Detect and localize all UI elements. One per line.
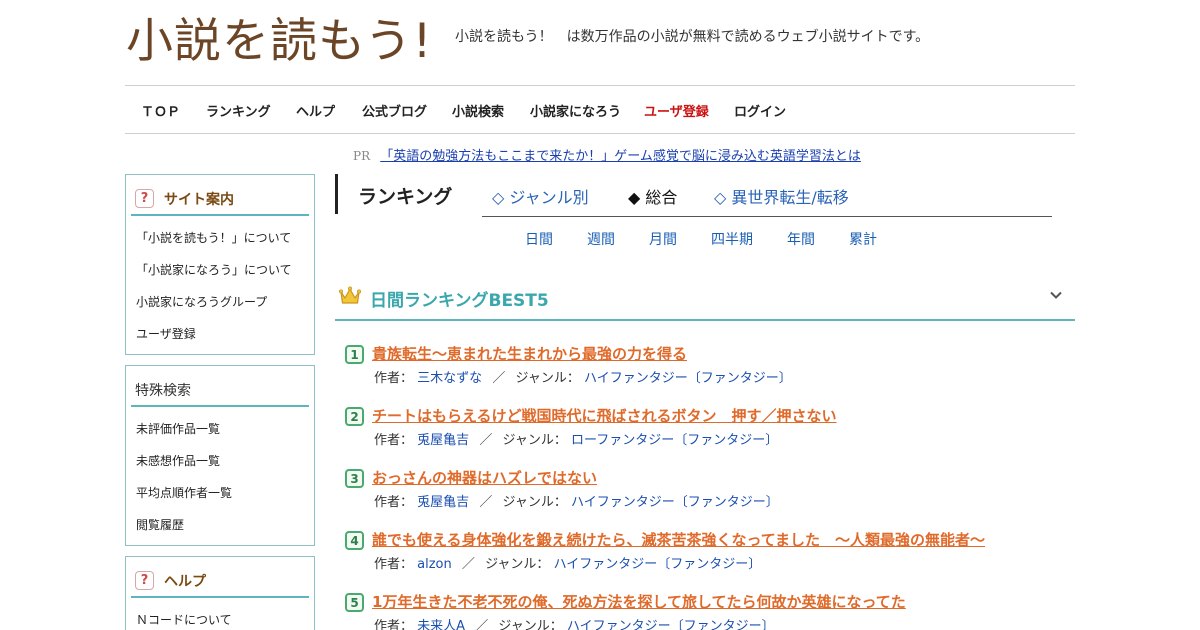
chevron-down-icon[interactable] bbox=[1049, 287, 1063, 306]
best5-header[interactable]: 日間ランキングBEST5 bbox=[335, 276, 1075, 321]
author-label: 作者： bbox=[374, 619, 414, 630]
sidebar-help-header: ? ヘルプ bbox=[131, 565, 309, 598]
author-link[interactable]: 兎屋亀吉 bbox=[417, 433, 469, 448]
sidebar-item-history[interactable]: 閲覧履歴 bbox=[136, 509, 314, 541]
sidebar-item-narou-group[interactable]: 小説家になろうグループ bbox=[136, 286, 314, 318]
ranking-tabs: ◇ ジャンル別 ◆ 総合 ◇ 異世界転生/転移 bbox=[482, 174, 1052, 217]
ranking-title-bar bbox=[335, 174, 338, 214]
nav-top[interactable]: ＴＯＰ bbox=[141, 101, 180, 120]
novel-meta: 作者： 三木なずな ／ ジャンル： ハイファンタジー〔ファンタジー〕 bbox=[374, 367, 792, 386]
global-nav: ＴＯＰ ランキング ヘルプ 公式ブログ 小説検索 小説家になろう ユーザ登録 ロ… bbox=[125, 85, 1075, 134]
nav-user-register[interactable]: ユーザ登録 bbox=[644, 101, 709, 120]
meta-separator: ／ bbox=[479, 433, 493, 448]
best5-title: 日間ランキングBEST5 bbox=[370, 291, 549, 311]
period-daily[interactable]: 日間 bbox=[525, 229, 553, 249]
novel-title-link[interactable]: 貴族転生～恵まれた生まれから最強の力を得る bbox=[372, 343, 687, 364]
sidebar-item-author-avg-score[interactable]: 平均点順作者一覧 bbox=[136, 477, 314, 509]
question-icon: ? bbox=[135, 189, 154, 208]
period-quarterly[interactable]: 四半期 bbox=[711, 229, 753, 249]
tab-overall[interactable]: ◆ 総合 bbox=[628, 184, 677, 208]
rank-badge: 4 bbox=[345, 531, 364, 550]
nav-shosetsuka-ni-narou[interactable]: 小説家になろう bbox=[530, 101, 621, 120]
sidebar-item-about-yomou[interactable]: 「小説を読もう！」について bbox=[136, 222, 314, 254]
author-link[interactable]: 兎屋亀吉 bbox=[417, 495, 469, 510]
sidebar-special-search: 特殊検索 未評価作品一覧 未感想作品一覧 平均点順作者一覧 閲覧履歴 bbox=[125, 365, 315, 546]
nav-login[interactable]: ログイン bbox=[734, 101, 786, 120]
pr-link[interactable]: 「英語の勉強方法もここまで来たか！」ゲーム感覚で脳に浸み込む英語学習法とは bbox=[380, 149, 861, 164]
sidebar-special-search-title: 特殊検索 bbox=[135, 382, 191, 399]
tab-isekai[interactable]: ◇ 異世界転生/転移 bbox=[714, 184, 849, 208]
novel-title-link[interactable]: 1万年生きた不老不死の俺、死ぬ方法を探して旅してたら何故か英雄になってた bbox=[372, 591, 906, 612]
site-logo[interactable]: 小説を読もう! bbox=[126, 12, 432, 72]
period-yearly[interactable]: 年間 bbox=[787, 229, 815, 249]
pr-banner: PR 「英語の勉強方法もここまで来たか！」ゲーム感覚で脳に浸み込む英語学習法とは bbox=[353, 145, 861, 164]
sidebar-item-no-impressions[interactable]: 未感想作品一覧 bbox=[136, 445, 314, 477]
novel-title-link[interactable]: おっさんの神器はハズレではない bbox=[372, 467, 597, 488]
rank-badge: 3 bbox=[345, 469, 364, 488]
sidebar-site-guide-title: サイト案内 bbox=[164, 191, 234, 208]
author-label: 作者： bbox=[374, 495, 414, 510]
sidebar-help: ? ヘルプ Ｎコードについて bbox=[125, 556, 315, 630]
novel-meta: 作者： 未来人A ／ ジャンル： ハイファンタジー〔ファンタジー〕 bbox=[374, 615, 775, 630]
genre-label: ジャンル： bbox=[498, 619, 563, 630]
period-total[interactable]: 累計 bbox=[849, 229, 877, 249]
period-weekly[interactable]: 週間 bbox=[587, 229, 615, 249]
nav-novel-search[interactable]: 小説検索 bbox=[452, 101, 504, 120]
sidebar-site-guide-header: ? サイト案内 bbox=[131, 183, 309, 216]
meta-separator: ／ bbox=[479, 495, 493, 510]
sidebar-item-ncode[interactable]: Ｎコードについて bbox=[136, 604, 314, 630]
novel-meta: 作者： 兎屋亀吉 ／ ジャンル： ローファンタジー〔ファンタジー〕 bbox=[374, 429, 778, 448]
rank-badge: 1 bbox=[345, 345, 364, 364]
genre-link[interactable]: ハイファンタジー〔ファンタジー〕 bbox=[571, 495, 779, 510]
novel-title-link[interactable]: 誰でも使える身体強化を鍛え続けたら、滅茶苦茶強くなってました ～人類最強の無能者… bbox=[372, 529, 985, 550]
nav-help[interactable]: ヘルプ bbox=[296, 101, 335, 120]
author-label: 作者： bbox=[374, 557, 414, 572]
author-link[interactable]: alzon bbox=[417, 557, 452, 572]
rank-badge: 2 bbox=[345, 407, 364, 426]
sidebar-item-unrated[interactable]: 未評価作品一覧 bbox=[136, 413, 314, 445]
genre-link[interactable]: ローファンタジー〔ファンタジー〕 bbox=[571, 433, 778, 448]
sidebar-site-guide: ? サイト案内 「小説を読もう！」について 「小説家になろう」について 小説家に… bbox=[125, 174, 315, 355]
sidebar-special-search-header: 特殊検索 bbox=[131, 374, 309, 407]
ranking-title: ランキング bbox=[358, 186, 453, 208]
genre-label: ジャンル： bbox=[515, 371, 580, 386]
pr-tag: PR bbox=[353, 149, 371, 163]
nav-ranking[interactable]: ランキング bbox=[206, 101, 271, 120]
novel-meta: 作者： alzon ／ ジャンル： ハイファンタジー〔ファンタジー〕 bbox=[374, 553, 761, 572]
novel-meta: 作者： 兎屋亀吉 ／ ジャンル： ハイファンタジー〔ファンタジー〕 bbox=[374, 491, 779, 510]
genre-label: ジャンル： bbox=[502, 495, 567, 510]
meta-separator: ／ bbox=[461, 557, 475, 572]
sidebar-item-user-register[interactable]: ユーザ登録 bbox=[136, 318, 314, 350]
genre-label: ジャンル： bbox=[502, 433, 567, 448]
novel-title-link[interactable]: チートはもらえるけど戦国時代に飛ばされるボタン 押す／押さない bbox=[372, 405, 837, 426]
sidebar-item-about-narou[interactable]: 「小説家になろう」について bbox=[136, 254, 314, 286]
meta-separator: ／ bbox=[492, 371, 506, 386]
genre-label: ジャンル： bbox=[485, 557, 550, 572]
sidebar-help-title: ヘルプ bbox=[164, 573, 206, 590]
author-label: 作者： bbox=[374, 433, 414, 448]
crown-icon bbox=[338, 286, 361, 310]
nav-official-blog[interactable]: 公式ブログ bbox=[362, 101, 427, 120]
period-monthly[interactable]: 月間 bbox=[649, 229, 677, 249]
rank-badge: 5 bbox=[345, 593, 364, 612]
genre-link[interactable]: ハイファンタジー〔ファンタジー〕 bbox=[567, 619, 775, 630]
tab-genre[interactable]: ◇ ジャンル別 bbox=[492, 184, 589, 208]
author-label: 作者： bbox=[374, 371, 414, 386]
author-link[interactable]: 未来人A bbox=[417, 619, 465, 630]
genre-link[interactable]: ハイファンタジー〔ファンタジー〕 bbox=[554, 557, 762, 572]
author-link[interactable]: 三木なずな bbox=[417, 371, 482, 386]
genre-link[interactable]: ハイファンタジー〔ファンタジー〕 bbox=[584, 371, 792, 386]
meta-separator: ／ bbox=[475, 619, 489, 630]
question-icon: ? bbox=[135, 571, 154, 590]
site-tagline: 小説を読もう！ は数万作品の小説が無料で読めるウェブ小説サイトです。 bbox=[455, 29, 930, 45]
